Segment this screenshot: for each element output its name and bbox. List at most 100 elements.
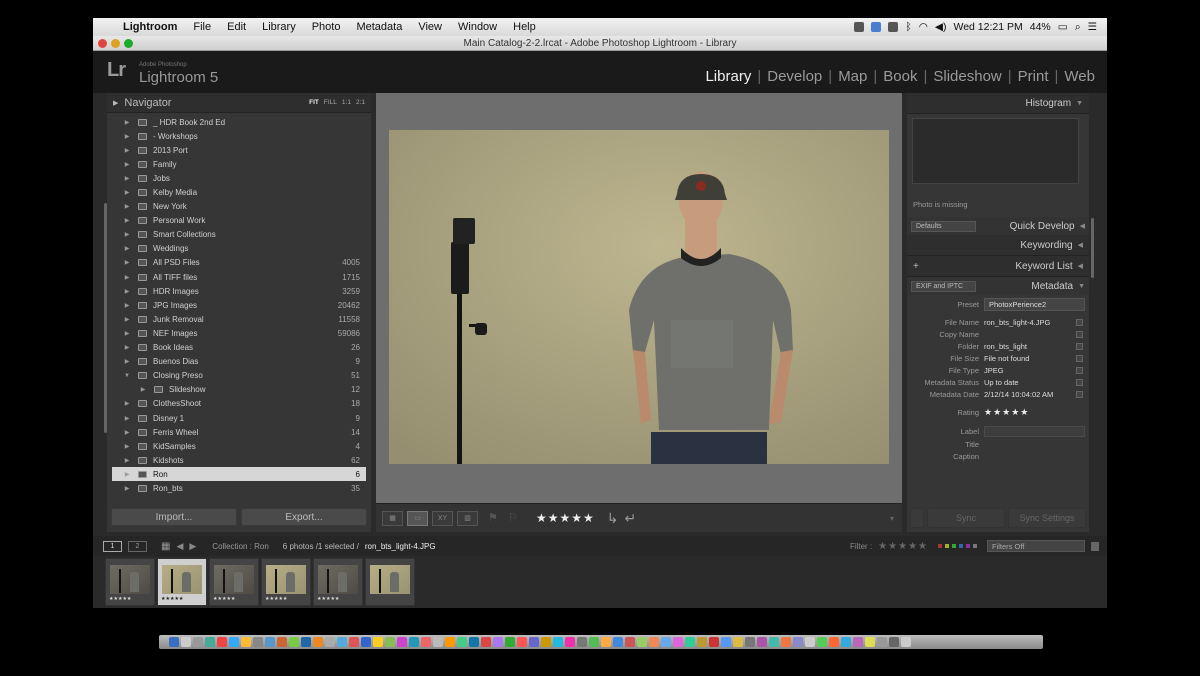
module-print[interactable]: Print: [1012, 68, 1055, 85]
add-keyword-icon[interactable]: +: [913, 261, 919, 272]
close-icon[interactable]: [98, 39, 107, 48]
menu-metadata[interactable]: Metadata: [348, 21, 410, 33]
rating-stars[interactable]: ★★★★★: [984, 407, 1029, 418]
toolbar-menu-chevron-icon[interactable]: ▾: [890, 514, 894, 523]
dock-app-icon[interactable]: [757, 637, 767, 647]
disclosure-triangle-icon[interactable]: ▶: [122, 443, 132, 450]
dock-app-icon[interactable]: [841, 637, 851, 647]
menu-file[interactable]: File: [185, 21, 219, 33]
collection-row[interactable]: ▶ Family: [112, 157, 366, 171]
zoom-2-1[interactable]: 2:1: [356, 99, 365, 106]
disclosure-triangle-icon[interactable]: ▶: [122, 316, 132, 323]
menu-help[interactable]: Help: [505, 21, 544, 33]
histogram-header[interactable]: Histogram ▼: [907, 93, 1089, 114]
filter-color-labels[interactable]: [938, 544, 977, 548]
dock-app-icon[interactable]: [253, 637, 263, 647]
airplay-icon[interactable]: [871, 22, 882, 32]
filmstrip-thumbnail[interactable]: ★★★★★: [105, 558, 155, 606]
main-photo[interactable]: [389, 130, 889, 464]
toolbar-rating-stars[interactable]: ★★★★★: [536, 511, 595, 525]
dock-app-icon[interactable]: [877, 637, 887, 647]
battery-icon[interactable]: ▭: [1058, 21, 1068, 33]
sync-toggle-switch[interactable]: [910, 508, 924, 528]
keyword-list-header[interactable]: + Keyword List ◀: [907, 256, 1089, 277]
disclosure-triangle-icon[interactable]: ▶: [122, 429, 132, 436]
dock-app-icon[interactable]: [769, 637, 779, 647]
color-red[interactable]: [938, 544, 942, 548]
dock-app-icon[interactable]: [325, 637, 335, 647]
metadata-field-value[interactable]: ron_bts_light: [984, 342, 1076, 351]
dock-app-icon[interactable]: [649, 637, 659, 647]
disclosure-triangle-icon[interactable]: ▶: [122, 485, 132, 492]
dock-app-icon[interactable]: [637, 637, 647, 647]
metadata-field-value[interactable]: Up to date: [984, 378, 1076, 387]
filter-stars[interactable]: ★★★★★: [878, 541, 928, 552]
spotlight-icon[interactable]: ⌕: [1075, 21, 1081, 34]
dock-app-icon[interactable]: [709, 637, 719, 647]
collection-row[interactable]: ▶ JPG Images 20462: [112, 298, 366, 312]
dock-app-icon[interactable]: [301, 637, 311, 647]
dock-app-icon[interactable]: [673, 637, 683, 647]
disclosure-triangle-icon[interactable]: ▶: [122, 161, 132, 168]
color-blue[interactable]: [959, 544, 963, 548]
collection-row[interactable]: ▶ Junk Removal 11558: [112, 312, 366, 326]
menu-app[interactable]: Lightroom: [115, 21, 185, 33]
metadata-action-icon[interactable]: [1076, 330, 1083, 338]
wifi-icon[interactable]: ◠: [919, 21, 928, 33]
filmstrip-thumbnail[interactable]: [365, 558, 415, 606]
disclosure-triangle-icon[interactable]: ▶: [122, 259, 132, 266]
color-green[interactable]: [952, 544, 956, 548]
color-purple[interactable]: [966, 544, 970, 548]
right-panel-scrollbar[interactable]: [1091, 218, 1094, 278]
dock-app-icon[interactable]: [277, 637, 287, 647]
zoom-icon[interactable]: [124, 39, 133, 48]
dock-app-icon[interactable]: [265, 637, 275, 647]
disclosure-triangle-icon[interactable]: ▼: [122, 373, 132, 379]
filmstrip-thumbnail[interactable]: ★★★★★: [157, 558, 207, 606]
quick-develop-header[interactable]: Defaults Quick Develop ◀: [907, 217, 1089, 235]
dock-app-icon[interactable]: [601, 637, 611, 647]
filmstrip-thumbnail[interactable]: ★★★★★: [209, 558, 259, 606]
module-develop[interactable]: Develop: [761, 68, 828, 85]
dock-app-icon[interactable]: [349, 637, 359, 647]
disclosure-triangle-icon[interactable]: ▶: [122, 471, 132, 478]
lock-icon[interactable]: [1091, 541, 1099, 551]
compare-view-button[interactable]: XY: [432, 510, 453, 526]
left-panel-scrollbar[interactable]: [104, 203, 107, 433]
module-book[interactable]: Book: [877, 68, 923, 85]
collections-list[interactable]: ▶ _ HDR Book 2nd Ed ▶ - Workshops ▶ 2013 Port…: [112, 115, 366, 503]
dock-app-icon[interactable]: [493, 637, 503, 647]
dock-app-icon[interactable]: [781, 637, 791, 647]
dock-app-icon[interactable]: [865, 637, 875, 647]
collection-row[interactable]: ▶ Smart Collections: [112, 228, 366, 242]
disclosure-triangle-icon[interactable]: ▶: [122, 457, 132, 464]
keywording-header[interactable]: Keywording ◀: [907, 235, 1089, 256]
dock-app-icon[interactable]: [613, 637, 623, 647]
collection-row[interactable]: ▶ Slideshow 12: [112, 383, 366, 397]
color-gray[interactable]: [973, 544, 977, 548]
dock-app-icon[interactable]: [697, 637, 707, 647]
expand-triangle-icon[interactable]: ▶: [113, 99, 118, 107]
disclosure-triangle-icon[interactable]: ▶: [122, 245, 132, 252]
bluetooth-icon[interactable]: ᛒ: [905, 21, 911, 33]
dock-app-icon[interactable]: [529, 637, 539, 647]
collection-row[interactable]: ▶ New York: [112, 200, 366, 214]
collection-row[interactable]: ▶ NEF Images 59086: [112, 326, 366, 340]
dock-app-icon[interactable]: [553, 637, 563, 647]
navigator-header[interactable]: ▶ Navigator FIT FILL 1:1 2:1: [107, 93, 371, 113]
filter-preset-select[interactable]: Filters Off: [987, 540, 1085, 552]
disclosure-triangle-icon[interactable]: ▶: [122, 415, 132, 422]
forward-arrow-icon[interactable]: ▶: [189, 541, 196, 552]
disclosure-triangle-icon[interactable]: ▶: [122, 133, 132, 140]
main-window-button[interactable]: 1: [103, 540, 122, 552]
selected-filename[interactable]: ron_bts_light-4.JPG: [365, 542, 436, 551]
current-source[interactable]: Collection : Ron: [212, 542, 268, 551]
disclosure-triangle-icon[interactable]: ▶: [122, 274, 132, 281]
loupe-view[interactable]: [376, 93, 902, 503]
grid-view-button[interactable]: ▦: [382, 510, 403, 526]
dock-app-icon[interactable]: [853, 637, 863, 647]
survey-view-button[interactable]: ▥: [457, 510, 478, 526]
dock-app-icon[interactable]: [517, 637, 527, 647]
dock-app-icon[interactable]: [901, 637, 911, 647]
flag-reject-icon[interactable]: ⚐: [508, 513, 518, 524]
